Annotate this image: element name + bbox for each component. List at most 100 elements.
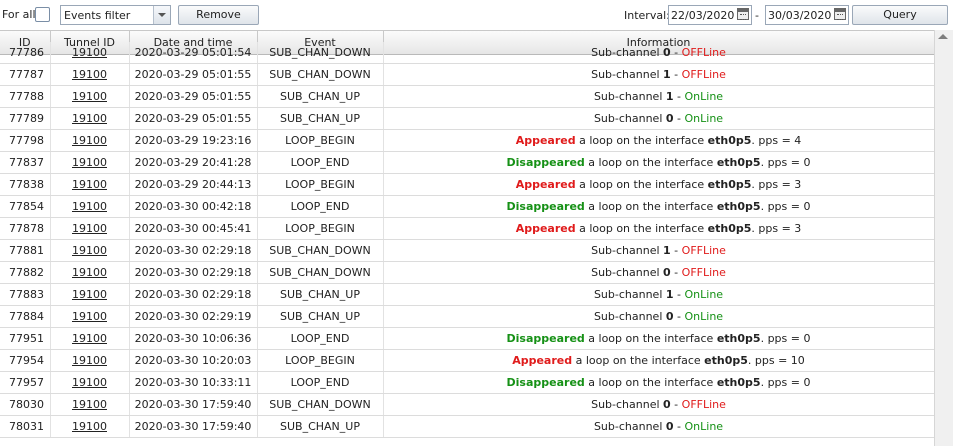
tunnel-link[interactable]: 19100 xyxy=(72,244,107,257)
cell-tunnel-id: 19100 xyxy=(50,85,130,108)
tunnel-link[interactable]: 19100 xyxy=(72,398,107,411)
tunnel-link[interactable]: 19100 xyxy=(72,112,107,125)
info-pps-label: pps = xyxy=(767,156,800,169)
info-loop-text: a loop on the interface xyxy=(579,134,705,147)
tunnel-link[interactable]: 19100 xyxy=(72,68,107,81)
tunnel-link[interactable]: 19100 xyxy=(72,310,107,323)
tunnel-link[interactable]: 19100 xyxy=(72,420,107,433)
info-state: OnLine xyxy=(684,310,724,323)
table-row[interactable]: 78031 19100 2020-03-30 17:59:40 SUB_CHAN_UP… xyxy=(0,415,934,438)
table-row[interactable]: 77837 19100 2020-03-29 20:41:28 LOOP_END Dis… xyxy=(0,151,934,174)
cell-information: Sub-channel 1 - OFFLine xyxy=(383,239,934,262)
info-interface: eth0p5 xyxy=(707,222,752,235)
cell-information: Sub-channel 1 - OFFLine xyxy=(383,63,934,86)
cell-tunnel-id: 19100 xyxy=(50,305,130,328)
cell-id: 77951 xyxy=(0,327,51,350)
chevron-down-icon[interactable] xyxy=(153,6,170,24)
cell-id: 78031 xyxy=(0,415,51,438)
info-channel: 1 xyxy=(663,244,671,257)
cell-tunnel-id: 19100 xyxy=(50,283,130,306)
tunnel-link[interactable]: 19100 xyxy=(72,156,107,169)
cell-tunnel-id: 19100 xyxy=(50,107,130,130)
cell-information: Appeared a loop on the interface eth0p5.… xyxy=(383,349,934,372)
tunnel-link[interactable]: 19100 xyxy=(72,222,107,235)
cell-information: Sub-channel 0 - OnLine xyxy=(383,305,934,328)
calendar-icon[interactable] xyxy=(737,8,749,20)
cell-information: Sub-channel 0 - OnLine xyxy=(383,415,934,438)
cell-date-time: 2020-03-29 05:01:55 xyxy=(129,107,258,130)
cell-tunnel-id: 19100 xyxy=(50,371,130,394)
info-pps: 10 xyxy=(790,354,805,367)
tunnel-link[interactable]: 19100 xyxy=(72,46,107,59)
date-separator: - xyxy=(755,9,759,22)
table-row[interactable]: 77882 19100 2020-03-30 02:29:18 SUB_CHAN_DO… xyxy=(0,261,934,284)
tunnel-link[interactable]: 19100 xyxy=(72,332,107,345)
info-prefix: Sub-channel xyxy=(591,46,660,59)
cell-tunnel-id: 19100 xyxy=(50,173,130,196)
cell-event: LOOP_BEGIN xyxy=(257,173,384,196)
info-pps: 0 xyxy=(803,200,811,213)
cell-date-time: 2020-03-30 10:33:11 xyxy=(129,371,258,394)
cell-tunnel-id: 19100 xyxy=(50,129,130,152)
calendar-icon[interactable] xyxy=(834,8,846,20)
table-row[interactable]: 77854 19100 2020-03-30 00:42:18 LOOP_END Dis… xyxy=(0,195,934,218)
cell-event: SUB_CHAN_DOWN xyxy=(257,42,384,64)
tunnel-link[interactable]: 19100 xyxy=(72,134,107,147)
cell-information: Sub-channel 0 - OFFLine xyxy=(383,393,934,416)
cell-event: SUB_CHAN_UP xyxy=(257,415,384,438)
tunnel-link[interactable]: 19100 xyxy=(72,288,107,301)
cell-id: 77883 xyxy=(0,283,51,306)
info-pps-label: pps = xyxy=(754,354,788,367)
table-row[interactable]: 77884 19100 2020-03-30 02:29:19 SUB_CHAN_UP… xyxy=(0,305,934,328)
table-row[interactable]: 78030 19100 2020-03-30 17:59:40 SUB_CHAN_DO… xyxy=(0,393,934,416)
cell-date-time: 2020-03-29 20:41:28 xyxy=(129,151,258,174)
cell-date-time: 2020-03-30 17:59:40 xyxy=(129,393,258,416)
info-channel: 1 xyxy=(665,90,674,103)
info-channel: 0 xyxy=(663,398,671,411)
tunnel-link[interactable]: 19100 xyxy=(72,376,107,389)
table-row[interactable]: 77951 19100 2020-03-30 10:06:36 LOOP_END Dis… xyxy=(0,327,934,350)
scroll-up-arrow-icon[interactable] xyxy=(938,34,948,39)
cell-information: Sub-channel 1 - OnLine xyxy=(383,85,934,108)
info-loop-text: a loop on the interface xyxy=(588,332,714,345)
cell-id: 77878 xyxy=(0,217,51,240)
tunnel-link[interactable]: 19100 xyxy=(72,354,107,367)
events-filter-select[interactable]: Events filter xyxy=(60,5,171,25)
cell-tunnel-id: 19100 xyxy=(50,415,130,438)
cell-event: LOOP_BEGIN xyxy=(257,349,384,372)
table-row[interactable]: 77789 19100 2020-03-29 05:01:55 SUB_CHAN_UP… xyxy=(0,107,934,130)
info-pps: 4 xyxy=(794,134,802,147)
date-to-field[interactable]: 30/03/2020 xyxy=(765,5,849,25)
remove-button[interactable]: Remove xyxy=(178,5,259,25)
cell-event: LOOP_END xyxy=(257,327,384,350)
table-row[interactable]: 77954 19100 2020-03-30 10:20:03 LOOP_BEGIN A… xyxy=(0,349,934,372)
cell-tunnel-id: 19100 xyxy=(50,349,130,372)
query-button[interactable]: Query xyxy=(852,5,948,25)
table-row[interactable]: 77798 19100 2020-03-29 19:23:16 LOOP_BEGIN A… xyxy=(0,129,934,152)
table-row[interactable]: 77878 19100 2020-03-30 00:45:41 LOOP_BEGIN A… xyxy=(0,217,934,240)
tunnel-link[interactable]: 19100 xyxy=(72,266,107,279)
info-loop-status: Appeared xyxy=(515,178,576,191)
table-row[interactable]: 77883 19100 2020-03-30 02:29:18 SUB_CHAN_UP… xyxy=(0,283,934,306)
table-row[interactable]: 77881 19100 2020-03-30 02:29:18 SUB_CHAN_DO… xyxy=(0,239,934,262)
info-prefix: Sub-channel xyxy=(593,310,663,323)
for-all-checkbox[interactable] xyxy=(35,7,50,22)
tunnel-link[interactable]: 19100 xyxy=(72,178,107,191)
tunnel-link[interactable]: 19100 xyxy=(72,200,107,213)
table-row[interactable]: 77957 19100 2020-03-30 10:33:11 LOOP_END Dis… xyxy=(0,371,934,394)
interval-label: Interval: xyxy=(624,9,670,22)
for-all-label: For all xyxy=(2,8,36,21)
tunnel-link[interactable]: 19100 xyxy=(72,90,107,103)
vertical-scrollbar[interactable] xyxy=(934,30,953,446)
cell-information: Sub-channel 0 - OnLine xyxy=(383,107,934,130)
cell-id: 77837 xyxy=(0,151,51,174)
table-row[interactable]: 77838 19100 2020-03-29 20:44:13 LOOP_BEGIN A… xyxy=(0,173,934,196)
cell-date-time: 2020-03-30 10:06:36 xyxy=(129,327,258,350)
info-channel: 0 xyxy=(665,310,674,323)
date-from-field[interactable]: 22/03/2020 xyxy=(668,5,752,25)
table-row[interactable]: 77788 19100 2020-03-29 05:01:55 SUB_CHAN_UP… xyxy=(0,85,934,108)
table-row[interactable]: 77786 19100 2020-03-29 05:01:54 SUB_CHAN_DO… xyxy=(0,42,934,64)
info-loop-status: Disappeared xyxy=(506,200,585,213)
info-prefix: Sub-channel xyxy=(593,420,663,433)
table-row[interactable]: 77787 19100 2020-03-29 05:01:55 SUB_CHAN_DO… xyxy=(0,63,934,86)
